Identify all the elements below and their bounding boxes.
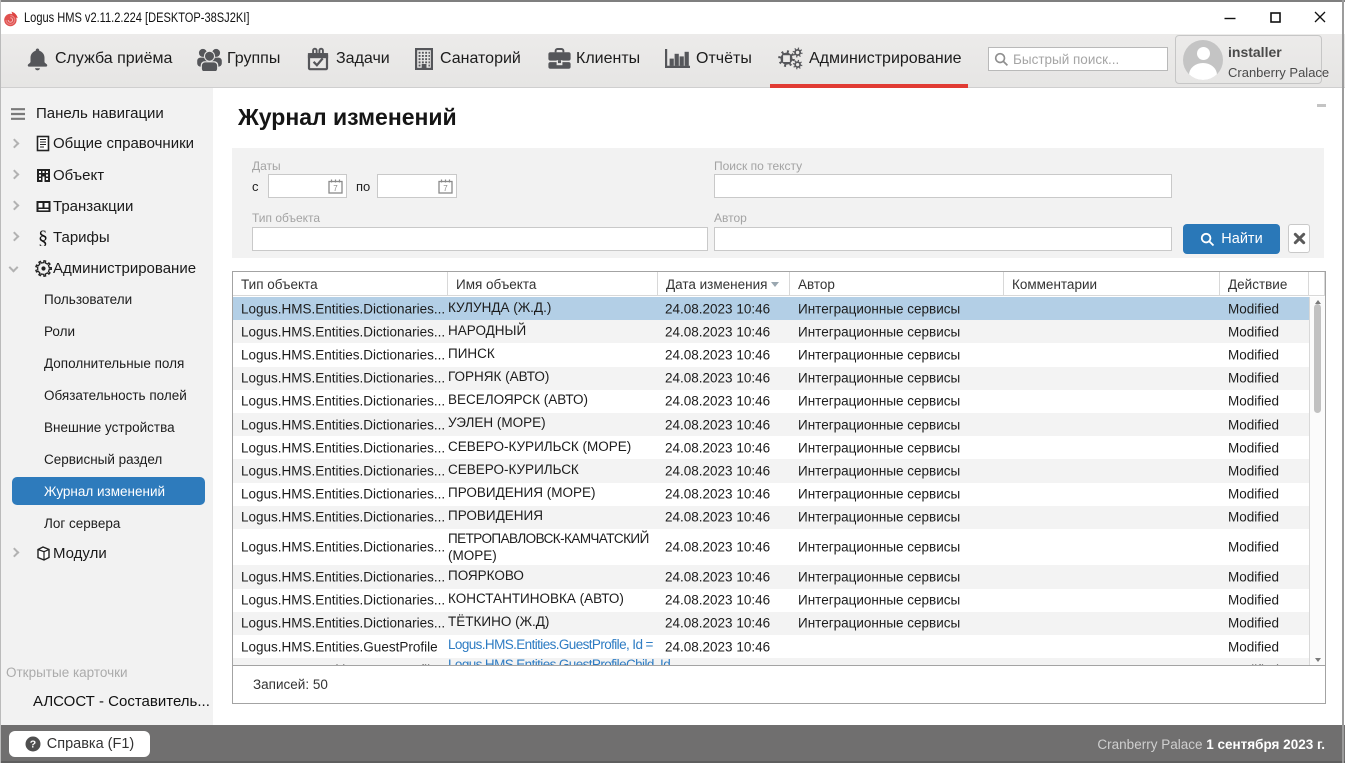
svg-text:?: ?: [30, 739, 36, 751]
svg-text:7: 7: [443, 184, 448, 193]
svg-text:§: §: [38, 229, 48, 246]
svg-text:7: 7: [333, 184, 338, 193]
